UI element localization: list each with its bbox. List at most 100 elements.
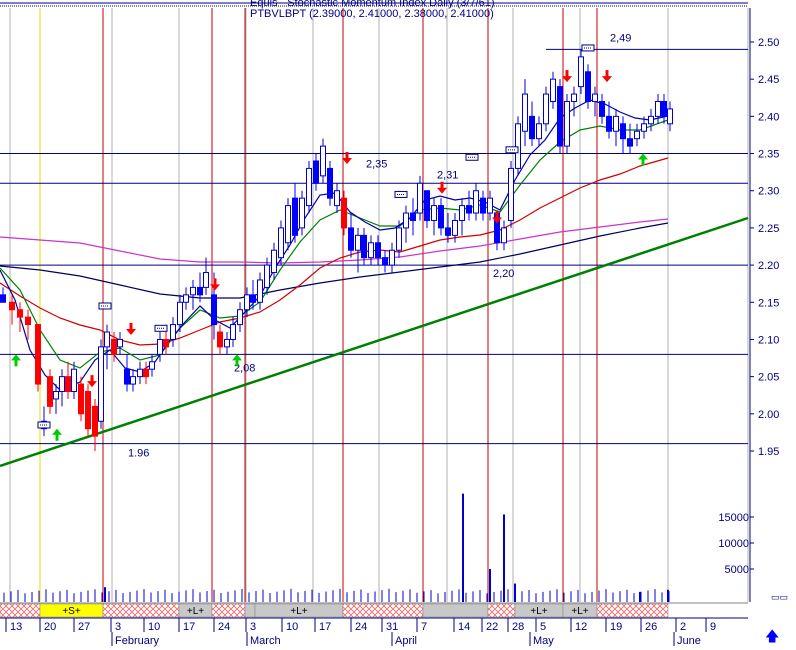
candle-body (327, 167, 333, 199)
period-segment (342, 603, 424, 618)
price-tick-label: 2.25 (758, 223, 779, 235)
candle-body (613, 115, 619, 132)
candle-body (341, 197, 347, 229)
candle-body (417, 182, 423, 214)
date-tick-label: 7 (421, 621, 427, 633)
candle-body (606, 115, 612, 132)
candle-body (130, 376, 136, 385)
price-tick-label: 2.10 (758, 334, 779, 346)
candle-body (137, 368, 143, 378)
candle-body (382, 257, 388, 266)
volume-tick-label: 10000 (718, 538, 749, 550)
candle-body (368, 242, 374, 259)
level-label: 2,35 (366, 159, 387, 171)
date-tick-label: 22 (486, 621, 498, 633)
candle-body (375, 242, 381, 259)
month-label: February (115, 635, 160, 647)
candle-body (410, 212, 416, 221)
candle-body (143, 368, 149, 378)
period-segment (487, 603, 516, 618)
candle-body (59, 376, 65, 393)
date-tick-label: 2 (680, 621, 686, 633)
candle-body (620, 123, 626, 140)
candle-body (459, 205, 465, 221)
period-segment (596, 603, 669, 618)
date-tick-label: 31 (386, 621, 398, 633)
period-label: +L+ (530, 606, 547, 617)
period-segment (0, 603, 41, 618)
candle-body (203, 272, 209, 288)
candle-body (599, 100, 605, 117)
candle-body (334, 190, 340, 207)
candle-body (313, 160, 319, 184)
candle-body (641, 123, 647, 132)
date-tick-label: 13 (10, 621, 22, 633)
month-label: March (250, 635, 281, 647)
date-tick-label: 17 (183, 621, 195, 633)
period-label: +L+ (571, 606, 588, 617)
candle-body (648, 115, 654, 125)
candle-body (466, 205, 472, 214)
price-tick-label: 2.40 (758, 111, 779, 123)
volume-scale-icon: ▭▭ (771, 592, 788, 602)
candle-body (522, 93, 528, 132)
candle-body (244, 294, 250, 311)
candle-body (529, 115, 535, 140)
candle-body (578, 56, 584, 88)
candle-body (271, 249, 277, 274)
chart-subtitle: PTBVLBPT (2.39000, 2.41000, 2.38000, 2.4… (250, 8, 494, 20)
candle-body (264, 264, 270, 288)
date-tick-label: 19 (610, 621, 622, 633)
candle-body (487, 197, 493, 214)
candle-body (473, 190, 479, 214)
candle-body (396, 227, 402, 251)
candle-body (536, 123, 542, 140)
candle-body (278, 227, 284, 259)
candle-body (543, 93, 549, 125)
date-tick-label: 10 (286, 621, 298, 633)
candle-body (9, 301, 15, 311)
candle-body (501, 227, 507, 244)
date-tick-label: 3 (250, 621, 256, 633)
date-tick-label: 14 (458, 621, 470, 633)
period-segment (244, 603, 256, 618)
candle-body (257, 279, 263, 303)
month-label: April (395, 635, 417, 647)
candle-body (85, 391, 91, 430)
level-label: 2,31 (437, 169, 458, 181)
price-tick-label: 2.20 (758, 260, 779, 272)
candle-body (431, 205, 437, 221)
chart-canvas: 2,492,352,312,202,081.96 1.952.002.052.10… (0, 0, 796, 647)
period-label: +L+ (290, 606, 307, 617)
candle-body (53, 391, 59, 400)
scroll-up-arrow-icon[interactable]: 🡅 (765, 626, 779, 650)
candle-body (170, 324, 176, 340)
price-tick-label: 2.00 (758, 409, 779, 421)
candle-body (211, 294, 217, 326)
candle-body (480, 197, 486, 214)
price-tick-label: 2.45 (758, 74, 779, 86)
price-tick-label: 2.05 (758, 372, 779, 384)
candle-body (157, 338, 163, 355)
candle-body (564, 100, 570, 147)
candle-body (183, 294, 189, 303)
month-label: May (533, 635, 554, 647)
background (0, 0, 796, 647)
candle-body (627, 138, 633, 147)
candle-body (445, 227, 451, 236)
price-tick-label: 2.35 (758, 149, 779, 161)
level-label: 2,20 (493, 268, 514, 280)
candle-body (592, 93, 598, 102)
date-tick-label: 20 (44, 621, 56, 633)
period-segment (422, 603, 489, 618)
candle-body (508, 167, 514, 221)
date-tick-label: 27 (78, 621, 90, 633)
candle-body (285, 205, 291, 244)
date-tick-label: 12 (575, 621, 587, 633)
candle-body (25, 316, 31, 326)
candle-body (0, 294, 6, 303)
candle-body (585, 71, 591, 102)
price-tick-label: 2.50 (758, 37, 779, 49)
candle-body (65, 376, 71, 393)
candle-body (571, 93, 577, 102)
